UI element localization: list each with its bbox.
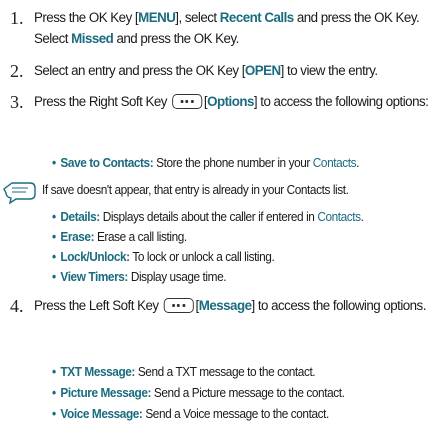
note-text: If save doesn't appear, that entry is al… [42,183,349,197]
step-number: 1. [10,8,24,28]
option-desc: Send a TXT message to the contact. [134,365,316,379]
option-term: Picture Message: [60,386,152,400]
list-item: • Lock/Unlock: To lock or unlock a call l… [52,250,275,264]
option-term: Details: [60,210,100,224]
keyword: Missed [71,31,114,47]
option-term: TXT Message: [60,365,135,379]
text-run: ] to access the following options: [253,94,429,110]
list-item: • Picture Message: Send a Picture message… [52,386,345,400]
text-run: Select an entry and press the OK Key [ [34,63,245,79]
step-text: Press the Right Soft Key [Options] to ac… [34,92,438,113]
list-item: • Voice Message: Send a Voice message to … [52,407,329,421]
step-text: Press the Left Soft Key [Message] to acc… [34,296,438,317]
option-term: Lock/Unlock: [60,250,130,264]
left-soft-key-icon [163,298,194,313]
step-number: 2. [10,61,24,81]
text-run: ], select [175,10,220,26]
option-desc: Erase a call listing. [94,230,187,244]
step-number: 3. [10,92,24,112]
option-desc: Send a Voice message to the contact. [142,407,329,421]
list-item: • TXT Message: Send a TXT message to the … [52,365,316,379]
text-run: and press the OK Key. [113,31,239,47]
manual-page: 1. Press the OK Key [MENU], select Recen… [0,0,439,430]
keyword: OPEN [244,63,281,79]
list-item: • Details: Displays details about the cal… [52,210,364,224]
contacts-link: Contacts [312,156,357,170]
note-hand-icon [3,182,36,205]
step-number: 4. [10,296,24,316]
option-term: Erase: [60,230,95,244]
keyword: Message [198,298,252,314]
contacts-link: Contacts [317,210,361,224]
text-run: Press the Left Soft Key [34,298,162,314]
option-desc: Display usage time. [127,270,227,284]
keyword: Options [207,94,254,110]
option-term: Save to Contacts: [60,156,154,170]
option-term: View Timers: [60,270,128,284]
list-item: • Save to Contacts: Store the phone numbe… [52,156,360,170]
text-run: ] to view the entry. [280,63,378,79]
step-text: Press the OK Key [MENU], select Recent C… [34,8,438,50]
list-item: • View Timers: Display usage time. [52,270,227,284]
option-desc: To lock or unlock a call listing. [129,250,275,264]
option-desc: Send a Picture message to the contact. [151,386,345,400]
step-text: Select an entry and press the OK Key [OP… [34,61,438,82]
list-item: • Erase: Erase a call listing. [52,230,187,244]
option-desc: Displays details about the caller if ent… [99,210,318,224]
option-desc: Store the phone number in your [153,156,313,170]
text-run: Press the Right Soft Key [34,94,171,110]
right-soft-key-icon [171,94,203,109]
text-run: Press the OK Key [ [34,10,139,26]
keyword: MENU [138,10,176,26]
option-term: Voice Message: [60,407,143,421]
text-run: ] to access the following options. [251,298,426,314]
keyword: Recent Calls [219,10,294,26]
